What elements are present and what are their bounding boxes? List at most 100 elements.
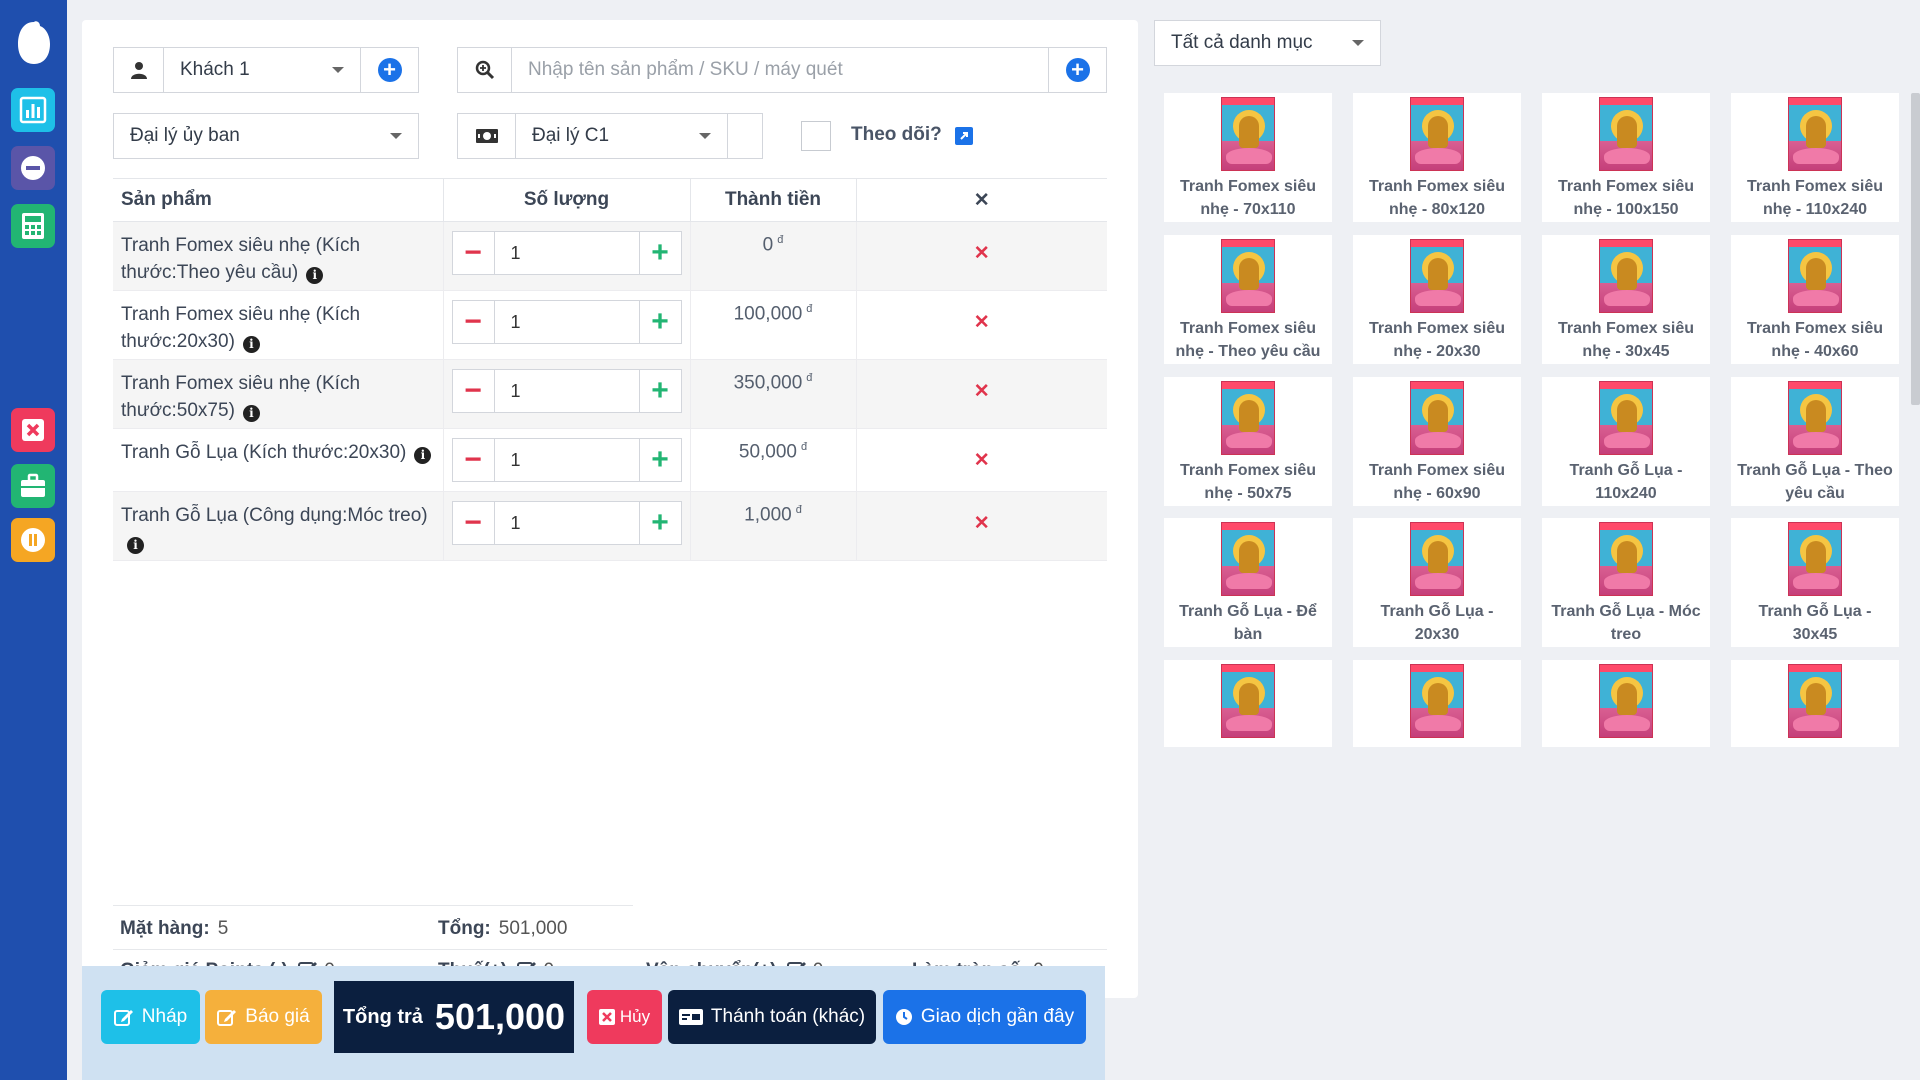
product-thumbnail — [1788, 381, 1842, 455]
remove-item-icon[interactable]: ✕ — [974, 450, 990, 471]
subtotal: Tổng: 501,000 — [438, 918, 567, 940]
product-card[interactable]: Tranh Fomex siêu nhẹ - 30x45 — [1542, 235, 1710, 364]
product-card[interactable]: Tranh Fomex siêu nhẹ - 40x60 — [1731, 235, 1899, 364]
summary-divider — [113, 905, 633, 906]
increase-button[interactable]: + — [638, 439, 681, 481]
product-card[interactable]: Tranh Fomex siêu nhẹ - 20x30 — [1353, 235, 1521, 364]
product-card[interactable]: Tranh Fomex siêu nhẹ - 110x240 — [1731, 93, 1899, 222]
remove-item-icon[interactable]: ✕ — [974, 312, 990, 333]
agent-group: Đại lý C1 — [457, 113, 763, 159]
product-name: Tranh Gỗ Lụa (Kích thước:20x30) — [121, 442, 407, 463]
customer-group: Khách 1 + — [113, 47, 419, 93]
briefcase-icon[interactable] — [11, 464, 55, 508]
decrease-button[interactable]: − — [453, 232, 495, 274]
other-payment-button[interactable]: Thánh toán (khác) — [668, 990, 876, 1044]
decrease-button[interactable]: − — [453, 301, 495, 343]
product-thumbnail — [1221, 97, 1275, 171]
draft-label: Nháp — [141, 1006, 188, 1027]
product-card[interactable]: Tranh Gỗ Lụa - Theo yêu cầu — [1731, 377, 1899, 506]
remove-item-icon[interactable]: ✕ — [974, 243, 990, 264]
decrease-button[interactable]: − — [453, 439, 495, 481]
table-row: Tranh Gỗ Lụa (Công dụng:Móc treo) i −1 + 1… — [113, 491, 1107, 561]
product-card[interactable] — [1164, 660, 1332, 747]
close-square-icon — [598, 1009, 615, 1025]
quantity-stepper: −1 + — [451, 501, 682, 545]
cancel-button[interactable]: Hủy — [587, 990, 662, 1044]
info-icon[interactable]: i — [414, 447, 432, 464]
product-search-input[interactable] — [512, 48, 1048, 92]
product-card[interactable]: Tranh Gỗ Lụa - 110x240 — [1542, 377, 1710, 506]
product-card-name: Tranh Fomex siêu nhẹ - 80x120 — [1368, 178, 1506, 218]
quantity-stepper: −1 + — [451, 231, 682, 275]
product-card[interactable]: Tranh Fomex siêu nhẹ - 60x90 — [1353, 377, 1521, 506]
scrollbar[interactable] — [1911, 93, 1920, 405]
logo-icon[interactable] — [14, 20, 54, 66]
info-icon[interactable]: i — [306, 267, 324, 284]
minus-circle-icon[interactable] — [11, 146, 55, 190]
product-card[interactable]: Tranh Gỗ Lụa - Móc treo — [1542, 518, 1710, 647]
increase-button[interactable]: + — [638, 370, 681, 412]
quantity-input[interactable]: 1 — [495, 232, 639, 274]
currency-symbol: đ — [806, 372, 813, 384]
product-thumbnail — [1599, 239, 1653, 313]
follow-checkbox[interactable] — [801, 121, 831, 151]
recent-transactions-button[interactable]: Giao dịch gần đây — [883, 990, 1086, 1044]
agent-extra-cell — [728, 114, 762, 158]
product-card[interactable]: Tranh Fomex siêu nhẹ - 70x110 — [1164, 93, 1332, 222]
quantity-input[interactable]: 1 — [495, 301, 639, 343]
quantity-input[interactable]: 1 — [495, 370, 639, 412]
product-card-name — [1164, 738, 1332, 742]
product-name: Tranh Fomex siêu nhẹ (Kích thước:50x75) — [121, 373, 361, 421]
pause-icon[interactable] — [11, 518, 55, 562]
product-card[interactable] — [1353, 660, 1521, 747]
quote-label: Báo giá — [245, 1006, 310, 1027]
add-customer-button[interactable]: + — [360, 48, 418, 92]
product-card-name: Tranh Fomex siêu nhẹ - 40x60 — [1746, 320, 1884, 360]
product-card[interactable] — [1542, 660, 1710, 747]
add-product-button[interactable]: + — [1048, 48, 1106, 92]
info-icon[interactable]: i — [242, 405, 260, 422]
product-card[interactable]: Tranh Fomex siêu nhẹ - 80x120 — [1353, 93, 1521, 222]
product-thumbnail — [1599, 664, 1653, 738]
currency-symbol: đ — [777, 234, 784, 246]
quantity-input[interactable]: 1 — [495, 439, 639, 481]
left-sidebar — [0, 0, 67, 1080]
product-card[interactable]: Tranh Fomex siêu nhẹ - 50x75 — [1164, 377, 1332, 506]
increase-button[interactable]: + — [638, 232, 681, 274]
increase-button[interactable]: + — [638, 301, 681, 343]
product-card-name: Tranh Fomex siêu nhẹ - 100x150 — [1557, 178, 1695, 218]
quote-button[interactable]: Báo giá — [205, 990, 322, 1044]
info-icon[interactable]: i — [127, 537, 144, 554]
increase-button[interactable]: + — [638, 502, 681, 544]
product-thumbnail — [1410, 522, 1464, 596]
product-card[interactable]: Tranh Fomex siêu nhẹ - Theo yêu cầu — [1164, 235, 1332, 364]
category-select[interactable]: Tất cả danh mục — [1154, 20, 1381, 66]
product-card[interactable] — [1731, 660, 1899, 747]
agent-select[interactable]: Đại lý C1 — [516, 114, 728, 158]
customer-select[interactable]: Khách 1 — [164, 48, 360, 92]
draft-button[interactable]: Nháp — [101, 990, 200, 1044]
subtotal-value: 501,000 — [498, 918, 568, 939]
product-card[interactable]: Tranh Fomex siêu nhẹ - 100x150 — [1542, 93, 1710, 222]
product-card[interactable]: Tranh Gỗ Lụa - 30x45 — [1731, 518, 1899, 647]
other-payment-label: Thánh toán (khác) — [710, 1006, 866, 1027]
product-card-name — [1542, 738, 1710, 742]
external-link-icon[interactable] — [955, 127, 973, 145]
decrease-button[interactable]: − — [453, 502, 495, 544]
clear-all-icon[interactable]: ✕ — [856, 178, 1107, 222]
close-square-icon[interactable] — [11, 408, 55, 452]
info-icon[interactable]: i — [242, 336, 260, 353]
product-card[interactable]: Tranh Gỗ Lụa - 20x30 — [1353, 518, 1521, 647]
product-card-name: Tranh Fomex siêu nhẹ - 30x45 — [1557, 320, 1695, 360]
subtotal-label: Tổng: — [438, 918, 491, 939]
price-list-select[interactable]: Đại lý ủy ban — [114, 114, 418, 158]
remove-item-icon[interactable]: ✕ — [974, 513, 990, 534]
pay-total-button[interactable]: Tổng trả 501,000 — [334, 981, 574, 1053]
product-card-name: Tranh Fomex siêu nhẹ - 70x110 — [1179, 178, 1317, 218]
calculator-icon[interactable] — [11, 204, 55, 248]
decrease-button[interactable]: − — [453, 370, 495, 412]
remove-item-icon[interactable]: ✕ — [974, 381, 990, 402]
quantity-input[interactable]: 1 — [495, 502, 639, 544]
product-card[interactable]: Tranh Gỗ Lụa - Để bàn — [1164, 518, 1332, 647]
chart-icon[interactable] — [11, 88, 55, 132]
